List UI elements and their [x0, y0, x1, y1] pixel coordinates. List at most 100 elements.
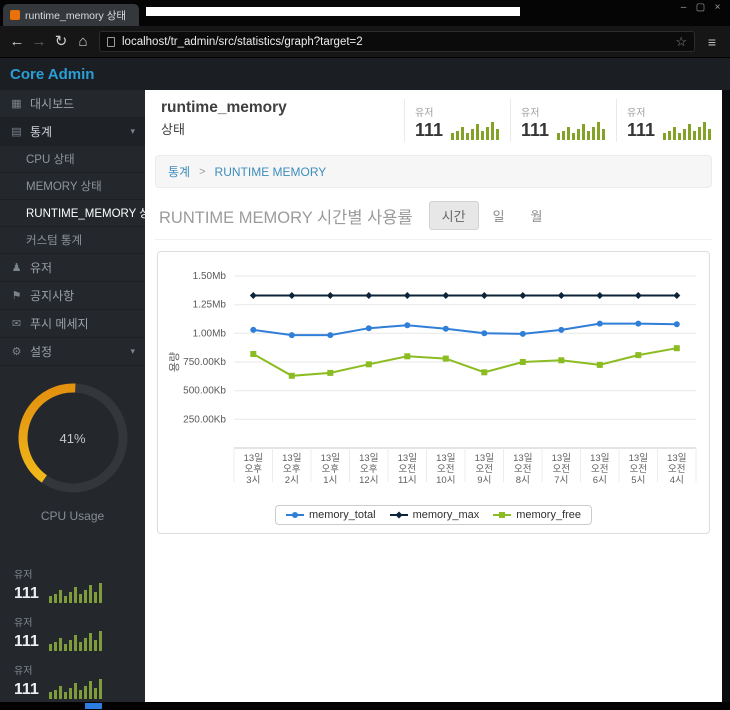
svg-text:오후: 오후: [322, 464, 340, 475]
stat-widget: 유저 111: [0, 561, 145, 609]
cpu-gauge-label: CPU Usage: [40, 509, 105, 523]
svg-text:오전: 오전: [591, 464, 608, 475]
svg-text:오전: 오전: [476, 464, 493, 475]
legend-item-memory_free[interactable]: memory_free: [493, 509, 581, 521]
breadcrumb-current[interactable]: RUNTIME MEMORY: [215, 165, 327, 179]
browser-tab[interactable]: runtime_memory 상태: [3, 4, 139, 26]
favicon-icon: [10, 10, 20, 20]
svg-text:오후: 오후: [360, 464, 378, 475]
svg-text:11시: 11시: [398, 475, 417, 486]
main-content: runtime_memory 상태 유저 111 유저 111 유저 111 통계 > R…: [145, 90, 722, 702]
refresh-button[interactable]: ↻: [50, 26, 72, 58]
tab-day[interactable]: 일: [481, 202, 517, 229]
mini-bar-chart: [48, 679, 102, 699]
svg-text:3시: 3시: [246, 475, 260, 486]
minimize-button[interactable]: –: [675, 1, 692, 15]
svg-text:1.50Mb: 1.50Mb: [193, 271, 227, 282]
sidebar-item-label: MEMORY 상태: [26, 181, 102, 193]
svg-text:오전: 오전: [553, 464, 570, 475]
cpu-gauge-value: 41%: [59, 430, 86, 446]
sidebar-item-label: 대시보드: [30, 97, 75, 111]
stat-value: 111: [521, 120, 550, 140]
svg-text:13일: 13일: [398, 453, 417, 464]
app-body: ▦ 대시보드 ▤ 통계 ▾ CPU 상태 MEMORY 상태 RUNTIME_MEMORY 상…: [0, 90, 730, 702]
maximize-button[interactable]: ▢: [692, 1, 709, 15]
mini-bar-chart: [451, 122, 500, 140]
address-bar[interactable]: localhost/tr_admin/src/statistics/graph?…: [99, 31, 695, 52]
stat-value: 111: [14, 681, 39, 698]
app-navbar: Core Admin: [0, 58, 730, 90]
sidebar-item-label: RUNTIME_MEMORY 상태: [26, 208, 161, 220]
svg-text:5시: 5시: [631, 475, 645, 486]
mini-bar-chart: [48, 631, 102, 651]
svg-text:10시: 10시: [436, 475, 455, 486]
svg-text:용량: 용량: [168, 352, 181, 372]
sidebar-item-runtime-memory-status[interactable]: RUNTIME_MEMORY 상태: [0, 200, 160, 227]
tab-month[interactable]: 월: [519, 202, 555, 229]
bottom-edge: [0, 702, 730, 710]
tab-hour[interactable]: 시간: [428, 201, 479, 230]
svg-text:13일: 13일: [629, 453, 648, 464]
svg-text:4시: 4시: [670, 475, 684, 486]
legend-box: memory_total memory_max memory_free: [274, 505, 593, 525]
url-text: localhost/tr_admin/src/statistics/graph?…: [122, 35, 363, 48]
svg-text:500.00Kb: 500.00Kb: [183, 386, 226, 397]
close-button[interactable]: ×: [709, 1, 726, 15]
stat-row: 111: [14, 631, 131, 651]
sidebar-item-cpu-status[interactable]: CPU 상태: [0, 146, 145, 173]
stat-row: 111: [14, 679, 131, 699]
stat-row: 111: [14, 583, 131, 603]
stat-row: 111: [627, 120, 712, 140]
sidebar-item-statistics[interactable]: ▤ 통계 ▾: [0, 118, 145, 146]
sidebar-item-label: CPU 상태: [26, 154, 75, 166]
stat-value: 111: [14, 633, 39, 650]
sidebar-item-label: 유저: [30, 261, 53, 275]
section-title: RUNTIME MEMORY 시간별 사용률: [159, 208, 413, 227]
page-subtitle: 상태: [161, 122, 185, 137]
breadcrumb-separator: >: [199, 165, 206, 178]
sidebar-item-notices[interactable]: ⚑ 공지사항: [0, 282, 145, 310]
legend-item-memory_max[interactable]: memory_max: [389, 509, 480, 521]
svg-text:오전: 오전: [668, 464, 685, 475]
svg-text:8시: 8시: [516, 475, 530, 486]
legend-marker-icon: [285, 512, 304, 518]
sidebar-item-push-messages[interactable]: ✉ 푸시 메세지: [0, 310, 145, 338]
svg-text:13일: 13일: [475, 453, 494, 464]
legend-marker-icon: [389, 511, 408, 519]
stat-value: 111: [627, 120, 656, 140]
page-title: runtime_memory: [161, 99, 287, 116]
sidebar-item-dashboard[interactable]: ▦ 대시보드: [0, 90, 145, 118]
line-chart: 250.00Kb 500.00Kb 750.00Kb 1.00Mb 1.25Mb 1.50…: [164, 262, 703, 503]
back-button[interactable]: ←: [6, 26, 28, 58]
stat-widget: 유저 111: [404, 99, 510, 142]
breadcrumb-link-statistics[interactable]: 통계: [168, 163, 190, 180]
svg-text:250.00Kb: 250.00Kb: [183, 414, 226, 425]
legend-label: memory_total: [308, 509, 376, 521]
stat-widget: 유저 111: [0, 609, 145, 657]
stat-label: 유저: [14, 666, 33, 677]
sidebar-item-label: 설정: [30, 345, 53, 359]
page-title-block: runtime_memory 상태: [161, 99, 287, 142]
svg-text:13일: 13일: [436, 453, 455, 464]
sidebar-item-memory-status[interactable]: MEMORY 상태: [0, 173, 145, 200]
dashboard-icon: ▦: [11, 98, 22, 110]
sidebar-item-label: 공지사항: [30, 289, 75, 303]
legend-marker-icon: [493, 512, 512, 518]
home-button[interactable]: ⌂: [72, 26, 94, 58]
cpu-gauge: 41% CPU Usage: [13, 380, 133, 523]
legend-label: memory_max: [412, 509, 480, 521]
sidebar-item-users[interactable]: ♟ 유저: [0, 254, 145, 282]
bookmark-star-icon[interactable]: ☆: [675, 34, 687, 50]
legend-item-memory_total[interactable]: memory_total: [285, 509, 376, 521]
header-stats: 유저 111 유저 111 유저 111: [404, 99, 722, 142]
window-controls: – ▢ ×: [675, 1, 726, 15]
svg-text:오후: 오후: [283, 464, 301, 475]
stat-value: 111: [14, 585, 39, 602]
stat-label: 유저: [14, 618, 33, 629]
forward-button[interactable]: →: [28, 26, 50, 58]
brand-link[interactable]: Core Admin: [10, 66, 94, 83]
stat-value: 111: [415, 120, 444, 140]
sidebar-item-custom-statistics[interactable]: 커스텀 통계: [0, 227, 145, 254]
sidebar-item-settings[interactable]: ⚙ 설정 ▾: [0, 338, 145, 366]
browser-menu-icon[interactable]: ≡: [700, 34, 724, 50]
